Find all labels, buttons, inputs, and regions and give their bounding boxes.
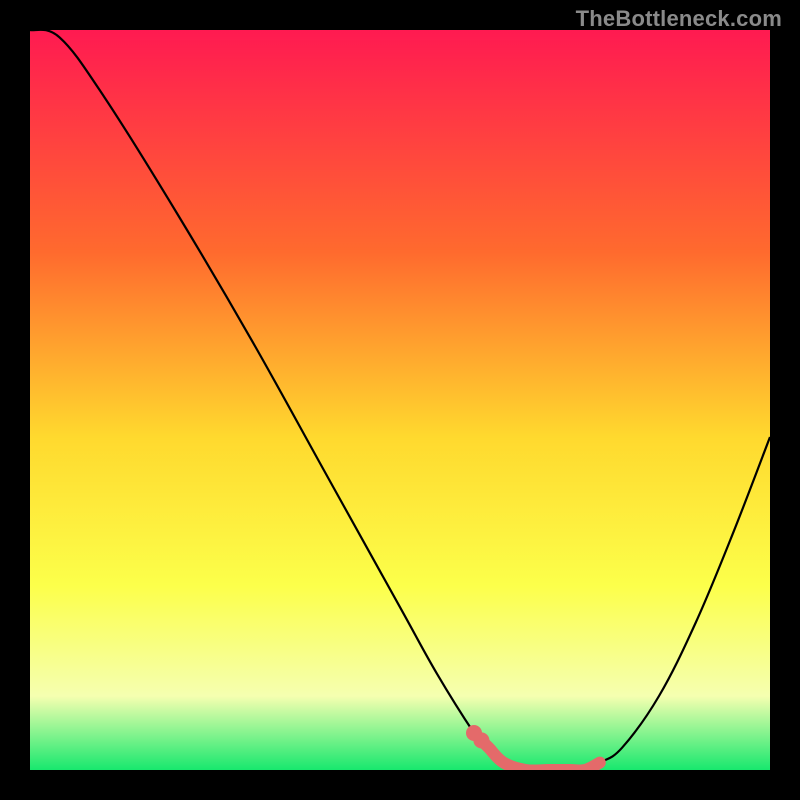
bottleneck-plot <box>30 30 770 770</box>
highlight-dot <box>473 732 489 748</box>
chart-frame <box>30 30 770 770</box>
watermark-text: TheBottleneck.com <box>576 6 782 32</box>
gradient-background <box>30 30 770 770</box>
